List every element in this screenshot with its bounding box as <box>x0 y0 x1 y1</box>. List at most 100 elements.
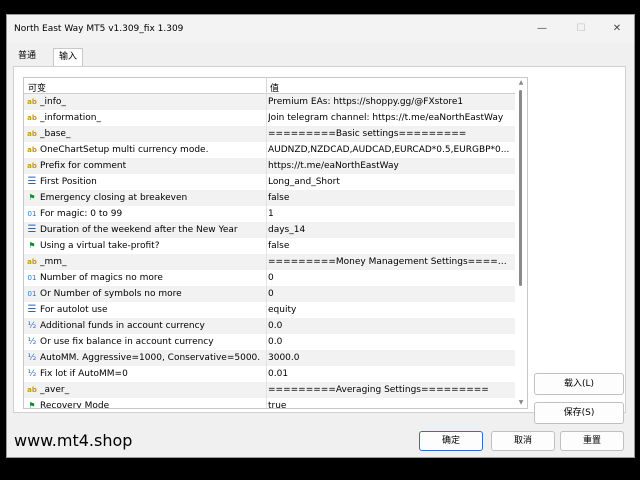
table-row[interactable]: ab _base_ =========Basic settings========= <box>24 126 515 142</box>
parameter-value[interactable]: 1 <box>268 209 511 219</box>
scroll-down-icon[interactable]: ▼ <box>515 398 527 408</box>
cell-divider <box>266 270 267 286</box>
cell-divider <box>266 190 267 206</box>
integer-type-icon: 01 <box>27 274 37 282</box>
watermark-text: www.mt4.shop <box>14 431 133 450</box>
parameter-value[interactable]: days_14 <box>268 225 511 235</box>
table-row[interactable]: ⚑ Using a virtual take-profit? false <box>24 238 515 254</box>
double-type-icon: ½ <box>27 353 37 363</box>
parameter-value[interactable]: false <box>268 193 511 203</box>
reset-button[interactable]: 重置 <box>560 431 624 451</box>
scroll-thumb[interactable] <box>519 90 522 286</box>
scroll-up-icon[interactable]: ▲ <box>515 78 527 88</box>
parameter-name: Number of magics no more <box>40 273 163 283</box>
bool-type-icon: ⚑ <box>28 401 36 409</box>
parameter-name: First Position <box>40 177 97 187</box>
parameter-value[interactable]: false <box>268 241 511 251</box>
table-row[interactable]: ⚑ Recovery Mode true <box>24 398 515 409</box>
close-icon[interactable]: ✕ <box>603 19 631 39</box>
background-top <box>0 0 640 14</box>
table-row[interactable]: ab _mm_ =========Money Management Settings… <box>24 254 515 270</box>
table-row[interactable]: ☰ For autolot use equity <box>24 302 515 318</box>
parameter-name: Using a virtual take-profit? <box>40 241 160 251</box>
double-type-icon: ½ <box>27 369 37 379</box>
table-row[interactable]: 01 Number of magics no more 0 <box>24 270 515 286</box>
table-row[interactable]: ⚑ Emergency closing at breakeven false <box>24 190 515 206</box>
double-type-icon: ½ <box>27 321 37 331</box>
cell-divider <box>266 142 267 158</box>
parameter-value[interactable]: Premium EAs: https://shoppy.gg/@FXstore1 <box>268 97 511 107</box>
save-button[interactable]: 保存(S) <box>534 402 624 424</box>
parameter-name: Recovery Mode <box>40 401 110 409</box>
parameter-name: Or Number of symbols no more <box>40 289 182 299</box>
cell-divider <box>266 302 267 318</box>
cell-divider <box>266 398 267 408</box>
cancel-button[interactable]: 取消 <box>491 431 555 451</box>
table-row[interactable]: ab _info_ Premium EAs: https://shoppy.gg/@… <box>24 94 515 110</box>
integer-type-icon: 01 <box>27 290 37 298</box>
parameter-name: _info_ <box>40 97 66 107</box>
parameter-value[interactable]: AUDNZD,NZDCAD,AUDCAD,EURCAD*0.5,EURGBP*0… <box>268 145 511 155</box>
parameter-name: _base_ <box>40 129 71 139</box>
parameter-name: _aver_ <box>40 385 70 395</box>
column-divider[interactable] <box>266 78 267 94</box>
enum-type-icon: ☰ <box>27 176 37 187</box>
double-type-icon: ½ <box>27 337 37 347</box>
parameter-name: Prefix for comment <box>40 161 127 171</box>
parameter-name: _information_ <box>40 113 101 123</box>
parameter-name: Additional funds in account currency <box>40 321 205 331</box>
parameter-value[interactable]: 0.0 <box>268 337 511 347</box>
cell-divider <box>266 94 267 110</box>
parameter-value[interactable]: Join telegram channel: https://t.me/eaNo… <box>268 113 511 123</box>
table-row[interactable]: ab OneChartSetup multi currency mode. AUDN… <box>24 142 515 158</box>
parameter-value[interactable]: 0 <box>268 273 511 283</box>
load-button[interactable]: 载入(L) <box>534 373 624 395</box>
table-row[interactable]: ½ AutoMM. Aggressive=1000, Conservative=5… <box>24 350 515 366</box>
table-row[interactable]: ab _information_ Join telegram channel: ht… <box>24 110 515 126</box>
cell-divider <box>266 238 267 254</box>
table-row[interactable]: ☰ Duration of the weekend after the New Y… <box>24 222 515 238</box>
cell-divider <box>266 158 267 174</box>
parameter-value[interactable]: Long_and_Short <box>268 177 511 187</box>
parameter-value[interactable]: =========Basic settings========= <box>268 129 511 139</box>
column-value-header[interactable]: 值 <box>270 81 279 94</box>
parameter-value[interactable]: true <box>268 401 511 408</box>
ok-button[interactable]: 确定 <box>419 431 483 451</box>
table-row[interactable]: ½ Fix lot if AutoMM=0 0.01 <box>24 366 515 382</box>
cell-divider <box>266 286 267 302</box>
window-title: North East Way MT5 v1.309_fix 1.309 <box>14 24 184 34</box>
parameter-value[interactable]: equity <box>268 305 511 315</box>
table-row[interactable]: ½ Additional funds in account currency 0.0 <box>24 318 515 334</box>
parameter-value[interactable]: 0.01 <box>268 369 511 379</box>
parameter-name: Fix lot if AutoMM=0 <box>40 369 128 379</box>
parameter-name: AutoMM. Aggressive=1000, Conservative=50… <box>40 353 261 363</box>
table-row[interactable]: ☰ First Position Long_and_Short <box>24 174 515 190</box>
parameter-value[interactable]: 0.0 <box>268 321 511 331</box>
string-type-icon: ab <box>27 114 37 122</box>
table-row[interactable]: ½ Or use fix balance in account currency 0… <box>24 334 515 350</box>
dialog-window: North East Way MT5 v1.309_fix 1.309 — ☐ … <box>6 14 635 458</box>
tab-common[interactable]: 普通 <box>13 48 41 66</box>
tab-inputs[interactable]: 输入 <box>53 48 84 66</box>
parameters-grid: 可变 值 ab _info_ Premium EAs: https://shoppy… <box>23 77 528 409</box>
table-row[interactable]: 01 Or Number of symbols no more 0 <box>24 286 515 302</box>
parameter-name: For autolot use <box>40 305 108 315</box>
cell-divider <box>266 382 267 398</box>
table-row[interactable]: ab _aver_ =========Averaging Settings=====… <box>24 382 515 398</box>
parameter-value[interactable]: 0 <box>268 289 511 299</box>
parameter-name: Or use fix balance in account currency <box>40 337 214 347</box>
parameter-value[interactable]: =========Averaging Settings========= <box>268 385 511 395</box>
string-type-icon: ab <box>27 98 37 106</box>
string-type-icon: ab <box>27 130 37 138</box>
cell-divider <box>266 222 267 238</box>
parameter-value[interactable]: https://t.me/eaNorthEastWay <box>268 161 511 171</box>
column-variable-header[interactable]: 可变 <box>28 81 46 94</box>
vertical-scrollbar[interactable]: ▲ ▼ <box>515 78 527 408</box>
parameter-value[interactable]: =========Money Management Settings=====.… <box>268 257 511 267</box>
cell-divider <box>266 206 267 222</box>
parameter-name: OneChartSetup multi currency mode. <box>40 145 209 155</box>
table-row[interactable]: 01 For magic: 0 to 99 1 <box>24 206 515 222</box>
minimize-icon[interactable]: — <box>528 19 556 39</box>
table-row[interactable]: ab Prefix for comment https://t.me/eaNorth… <box>24 158 515 174</box>
parameter-value[interactable]: 3000.0 <box>268 353 511 363</box>
